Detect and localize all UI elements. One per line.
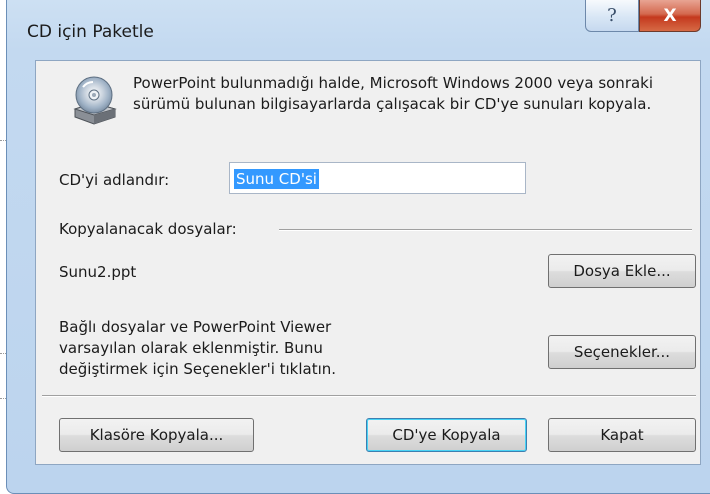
- dialog-content: PowerPoint bulunmadığı halde, Microsoft …: [35, 60, 701, 465]
- cd-name-input[interactable]: Sunu CD'si: [229, 162, 526, 194]
- cd-name-label: CD'yi adlandır:: [59, 171, 170, 189]
- copy-to-cd-button[interactable]: CD'ye Kopyala: [366, 418, 527, 452]
- options-button[interactable]: Seçenekler...: [548, 335, 696, 369]
- cd-drive-icon: [71, 73, 117, 129]
- linked-files-info: Bağlı dosyalar ve PowerPoint Viewer vars…: [59, 318, 337, 378]
- file-list-item[interactable]: Sunu2.ppt: [59, 262, 136, 282]
- add-files-button[interactable]: Dosya Ekle...: [548, 254, 696, 288]
- copy-to-folder-button[interactable]: Klasöre Kopyala...: [59, 418, 254, 452]
- description-text: PowerPoint bulunmadığı halde, Microsoft …: [133, 74, 654, 113]
- window-title: CD için Paketle: [27, 22, 154, 42]
- close-window-button[interactable]: X: [639, 0, 701, 32]
- close-button[interactable]: Kapat: [548, 418, 696, 452]
- close-icon: X: [663, 5, 677, 26]
- help-icon: ?: [607, 5, 617, 26]
- footer-separator: [42, 395, 696, 397]
- files-separator: [279, 229, 692, 231]
- dialog-window: CD için Paketle ? X PowerPoint bulunmadı…: [6, 0, 710, 494]
- help-button[interactable]: ?: [585, 0, 639, 32]
- cd-name-value: Sunu CD'si: [234, 169, 319, 189]
- files-section-label: Kopyalanacak dosyalar:: [59, 220, 237, 238]
